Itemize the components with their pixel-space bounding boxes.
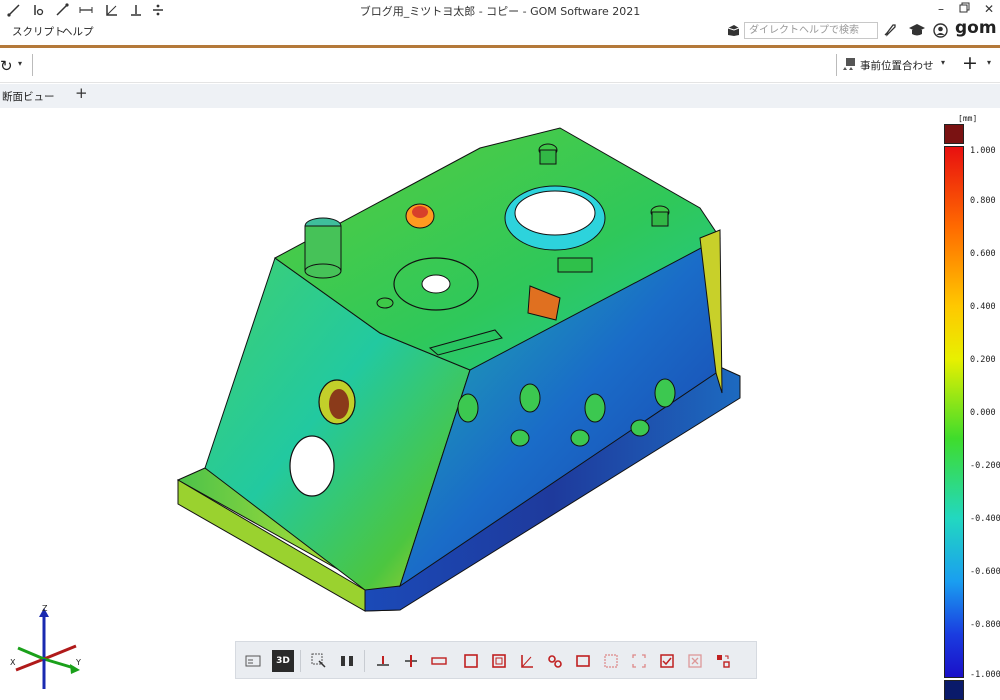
graduation-cap-icon[interactable] — [908, 23, 926, 37]
3d-viewport[interactable]: Z X Y — [0, 108, 1000, 700]
legend-tick: 0.000 — [970, 408, 996, 418]
minimize-button[interactable]: – — [932, 2, 950, 18]
gom-logo: gom — [955, 18, 997, 38]
legend-tick: 0.600 — [970, 249, 996, 259]
legend-color-bar — [944, 146, 964, 678]
legend-tick: -1.000 — [970, 670, 1000, 680]
close-button[interactable]: ✕ — [980, 2, 998, 18]
square-icon[interactable] — [460, 650, 482, 672]
tab-section-view[interactable]: 断面ビュー — [2, 89, 55, 104]
align-center-icon[interactable] — [400, 650, 422, 672]
legend-tick: 0.200 — [970, 355, 996, 365]
view-toolbar: 3D — [235, 641, 757, 679]
frame-icon[interactable] — [488, 650, 510, 672]
chevron-down-icon[interactable]: ▾ — [18, 59, 22, 68]
split-view-icon[interactable] — [336, 650, 358, 672]
angle-icon[interactable] — [516, 650, 538, 672]
legend-tick: 0.800 — [970, 196, 996, 206]
focus-icon[interactable] — [628, 650, 650, 672]
view-tab-bar: 断面ビュー + — [0, 84, 1000, 109]
legend-tick: -0.200 — [970, 461, 1000, 471]
part-deviation-render[interactable] — [0, 108, 1000, 700]
refresh-icon[interactable]: ↻ — [0, 57, 13, 75]
legend-over-swatch — [944, 124, 964, 144]
align-bottom-icon[interactable] — [372, 650, 394, 672]
check-icon[interactable] — [656, 650, 678, 672]
view-info-icon[interactable] — [242, 650, 264, 672]
label-icon[interactable] — [428, 650, 450, 672]
toolbar-divider — [836, 54, 837, 76]
restore-button[interactable] — [956, 2, 974, 18]
menu-script[interactable]: スクリプト — [12, 24, 65, 39]
toolbar-divider — [32, 54, 33, 76]
legend-tick: 0.400 — [970, 302, 996, 312]
axis-y-label: Y — [76, 658, 81, 667]
add-icon[interactable]: + — [962, 52, 978, 74]
legend-tick: -0.400 — [970, 514, 1000, 524]
cube-icon[interactable] — [727, 24, 740, 37]
legend-tick: 1.000 — [970, 146, 996, 156]
user-icon[interactable] — [933, 23, 948, 38]
chevron-down-icon[interactable]: ▾ — [941, 58, 945, 67]
window-title: ブログ用_ミツトヨ太郎 - コピー - GOM Software 2021 — [359, 5, 641, 18]
chevron-down-icon[interactable]: ▾ — [987, 58, 991, 67]
legend-tick: -0.600 — [970, 567, 1000, 577]
title-bar: ブログ用_ミツトヨ太郎 - コピー - GOM Software 2021 – … — [0, 0, 1000, 20]
grid-icon[interactable] — [600, 650, 622, 672]
rectangle-icon[interactable] — [572, 650, 594, 672]
rocket-icon[interactable] — [882, 22, 898, 38]
arrange-icon[interactable] — [712, 650, 734, 672]
legend-tick: -0.800 — [970, 620, 1000, 630]
select-icon[interactable] — [308, 650, 330, 672]
add-tab-button[interactable]: + — [75, 84, 88, 102]
legend-unit: [mm] — [958, 114, 978, 123]
link-icon[interactable] — [544, 650, 566, 672]
axis-z-label: Z — [42, 604, 48, 613]
prealign-icon[interactable] — [842, 57, 856, 71]
axis-x-label: X — [10, 658, 16, 667]
3d-view-icon[interactable]: 3D — [272, 650, 294, 672]
main-toolbar: ↻ ▾ 事前位置合わせ ▾ + ▾ — [0, 48, 1000, 83]
help-search-input[interactable]: ダイレクトヘルプで検索 — [744, 22, 878, 39]
axis-triad — [15, 608, 80, 689]
legend-under-swatch — [944, 680, 964, 700]
menu-help[interactable]: ヘルプ — [62, 24, 94, 39]
cancel-icon[interactable] — [684, 650, 706, 672]
prealignment-button[interactable]: 事前位置合わせ — [860, 58, 934, 73]
